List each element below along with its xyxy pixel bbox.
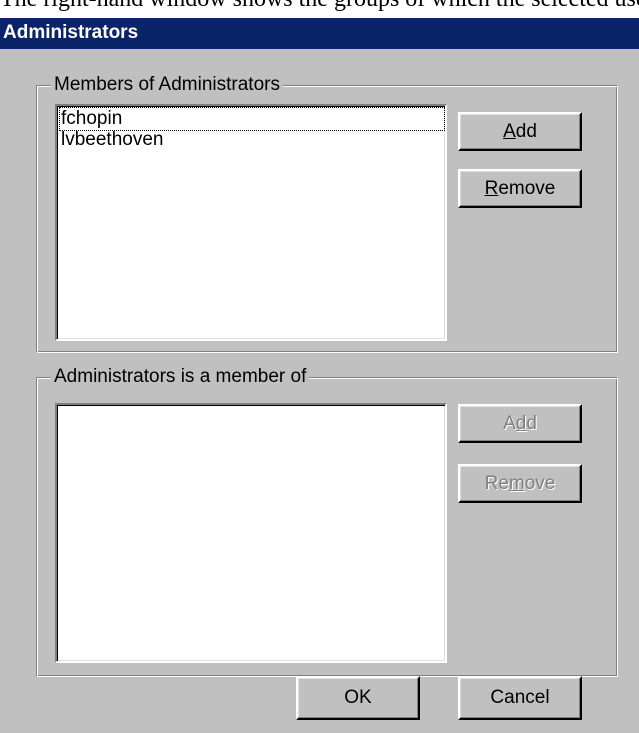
title-bar: Administrators — [0, 18, 639, 49]
clipped-caption-text: The right-hand window shows the groups o… — [0, 0, 639, 13]
cancel-button-label: Cancel — [490, 687, 550, 708]
add-member-button[interactable]: Add — [458, 112, 582, 151]
remove-member-button-mnemonic: R — [484, 177, 499, 199]
administrators-dialog: Administrators Members of Administrators… — [0, 18, 639, 733]
list-item[interactable]: fchopin — [59, 107, 445, 131]
add-membership-button[interactable]: Add — [458, 404, 582, 443]
ok-button-label: OK — [344, 687, 372, 708]
member-of-listbox[interactable] — [55, 403, 447, 663]
add-membership-button-prefix: A — [503, 412, 516, 434]
add-membership-button-mnemonic: d — [515, 412, 527, 434]
remove-member-button-label: emove — [498, 177, 556, 199]
ok-button[interactable]: OK — [296, 676, 420, 720]
remove-membership-button[interactable]: Re m ove — [458, 464, 582, 503]
list-item[interactable]: lvbeethoven — [60, 129, 164, 151]
clipped-caption-strip: The right-hand window shows the groups o… — [0, 0, 639, 18]
cancel-button[interactable]: Cancel — [458, 676, 582, 720]
add-member-button-mnemonic: A — [503, 120, 516, 142]
remove-membership-button-mnemonic: m — [508, 472, 525, 494]
add-member-button-label: dd — [515, 120, 537, 142]
member-of-groupbox-label: Administrators is a member of — [51, 365, 310, 389]
members-listbox[interactable]: fchopin lvbeethoven — [55, 104, 447, 341]
members-groupbox-label: Members of Administrators — [51, 73, 283, 97]
remove-member-button[interactable]: Remove — [458, 169, 582, 208]
remove-membership-button-suffix: ove — [524, 472, 556, 494]
remove-membership-button-prefix: Re — [484, 472, 509, 494]
window-title: Administrators — [3, 22, 139, 43]
add-membership-button-suffix: d — [526, 412, 537, 434]
